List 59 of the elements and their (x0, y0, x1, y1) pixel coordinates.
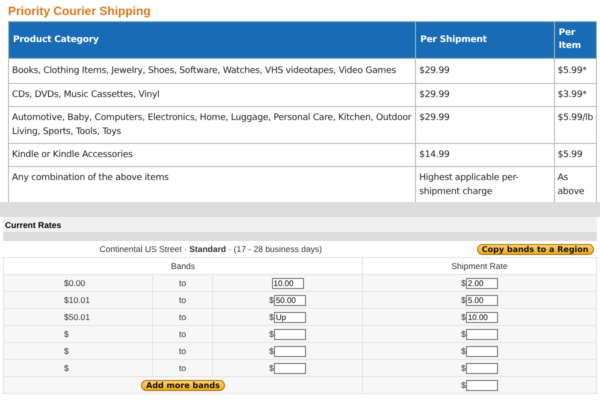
table-cell: $5.99/lb (554, 106, 596, 144)
shipment-rate-field[interactable] (466, 328, 498, 340)
shipping-region-label: Continental US Street · Standard · (17 - 28 business days) (100, 244, 324, 254)
table-cell: Books, Clothing Items, Jewelry, Shoes, Software, Watches, VHS videotapes, Video Games (8, 58, 416, 84)
band-start: $ (64, 329, 69, 339)
copy-bands-button[interactable]: Copy bands to a Region (476, 244, 594, 254)
table-cell: $14.99 (416, 144, 554, 166)
currency-sign: $ (461, 278, 466, 288)
table-cell: Automotive, Baby, Computers, Electronics, Home, Luggage, Personal Care, Kitchen, Outdoor Living, Sports, Tools, Toys (8, 106, 416, 144)
band-start: $50.01 (64, 312, 90, 322)
section-title: Priority Courier Shipping (8, 4, 152, 20)
currency-sign: $ (269, 312, 274, 322)
to-label: to (178, 295, 186, 305)
column-header: Per Item (554, 22, 596, 58)
band-start: $0.00 (64, 278, 86, 288)
band-end-field[interactable] (274, 346, 306, 356)
to-label: to (178, 329, 186, 339)
shipment-rate-field[interactable] (466, 362, 498, 374)
shipment-rate-field[interactable]: 10.00 (466, 312, 498, 322)
column-header: Product Category (8, 22, 416, 58)
table-cell: $29.99 (416, 58, 554, 84)
column-header: Per Shipment (416, 22, 554, 58)
add-more-bands-button[interactable]: Add more bands (141, 380, 225, 390)
shipment-rate-field[interactable] (466, 380, 498, 390)
band-start: $10.01 (64, 295, 90, 305)
table-cell: $5.99 (554, 144, 596, 166)
band-end-field[interactable] (274, 328, 306, 340)
to-label: to (178, 278, 186, 288)
currency-sign: $ (269, 295, 274, 305)
column-header: Shipment Rate (362, 258, 596, 274)
band-start: $ (64, 346, 69, 356)
table-cell: $5.99* (554, 58, 596, 84)
shipment-rate-field[interactable] (466, 346, 498, 356)
currency-sign: $ (461, 329, 466, 339)
table-cell: $29.99 (416, 84, 554, 106)
band-start: $ (64, 363, 69, 373)
currency-sign: $ (461, 312, 466, 322)
band-end-field[interactable] (274, 362, 306, 374)
table-cell: Kindle or Kindle Accessories (8, 144, 416, 166)
panel-heading: Current Rates (5, 220, 62, 230)
to-label: to (178, 346, 186, 356)
currency-sign: $ (461, 363, 466, 373)
currency-sign: $ (269, 346, 274, 356)
band-end-field[interactable]: 50.00 (274, 294, 306, 306)
column-header: Bands (4, 258, 362, 274)
currency-sign: $ (461, 295, 466, 305)
table-cell: $29.99 (416, 106, 554, 144)
to-label: to (178, 363, 186, 373)
to-label: to (178, 312, 186, 322)
shipment-rate-field[interactable]: 2.00 (466, 278, 498, 288)
table-cell: $3.99* (554, 84, 596, 106)
band-end-field[interactable]: Up (274, 312, 306, 322)
currency-sign: $ (269, 363, 274, 373)
currency-sign: $ (269, 329, 274, 339)
table-cell: CDs, DVDs, Music Cassettes, Vinyl (8, 84, 416, 106)
shipment-rate-field[interactable]: 5.00 (466, 294, 498, 306)
currency-sign: $ (461, 346, 466, 356)
band-end-field[interactable]: 10.00 (272, 278, 304, 288)
currency-sign: $ (461, 380, 466, 390)
